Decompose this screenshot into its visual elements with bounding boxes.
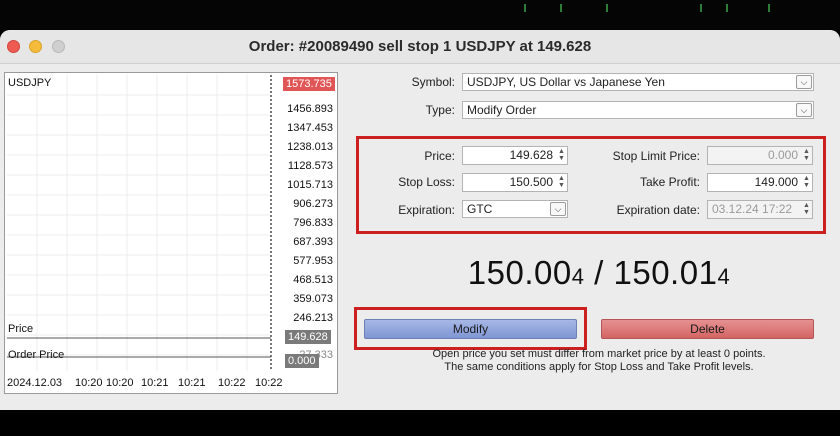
symbol-select[interactable]: USDJPY, US Dollar vs Japanese Yen ⌵ [462, 73, 814, 91]
price-axis-label: 796.833 [293, 217, 333, 229]
take-profit-value: 149.000 [754, 175, 798, 189]
chart-grid [7, 75, 272, 371]
stepper-icon[interactable]: ▲ ▼ [802, 202, 811, 217]
symbol-label: Symbol: [411, 75, 455, 89]
ask-price: 150.01 [613, 254, 718, 291]
stepper-icon[interactable]: ▲ ▼ [802, 148, 811, 163]
time-axis-label: 10:20 [75, 377, 103, 389]
title-bar: Order: #20089490 sell stop 1 USDJPY at 1… [0, 30, 840, 64]
price-value: 149.628 [509, 148, 553, 162]
info-note-line-2: The same conditions apply for Stop Loss … [444, 361, 754, 373]
price-axis-label: 1238.013 [287, 141, 333, 153]
stop-limit-price-value: 0.000 [767, 148, 798, 162]
background-tick [726, 4, 728, 12]
price-axis: 1573.735 1456.893 1347.453 1238.013 1128… [271, 73, 337, 373]
stop-loss-label: Stop Loss: [398, 175, 455, 189]
type-label: Type: [425, 103, 455, 117]
type-select[interactable]: Modify Order ⌵ [462, 101, 814, 119]
ask-price-pip: 4 [717, 264, 731, 289]
time-axis-label: 10:22 [218, 377, 246, 389]
modify-button[interactable]: Modify [364, 319, 577, 339]
chevron-down-icon: ⌵ [796, 75, 812, 89]
current-price-badge: 1573.735 [283, 77, 335, 91]
background-tick [560, 4, 562, 12]
price-axis-label: 246.213 [293, 312, 333, 324]
order-price-badge: 0.000 [285, 354, 319, 368]
stop-limit-price-label: Stop Limit Price: [612, 149, 700, 163]
price-axis-label: 577.953 [293, 255, 333, 267]
stop-loss-value: 150.500 [509, 175, 553, 189]
background-tick [606, 4, 608, 12]
take-profit-label: Take Profit: [639, 175, 700, 189]
price-axis-label: 687.393 [293, 236, 333, 248]
stop-limit-price-field[interactable]: 0.000 ▲ ▼ [707, 146, 813, 165]
stepper-icon[interactable]: ▲ ▼ [802, 175, 811, 190]
tick-chart[interactable]: USDJPY Price Order Price 1573.735 1456.8… [4, 72, 338, 394]
background-strip [0, 0, 840, 30]
stepper-icon[interactable]: ▲ ▼ [557, 175, 566, 190]
symbol-select-value: USDJPY, US Dollar vs Japanese Yen [467, 75, 665, 89]
price-axis-label: 359.073 [293, 293, 333, 305]
bid-price: 150.00 [467, 254, 572, 291]
delete-button[interactable]: Delete [601, 319, 814, 339]
expiration-label: Expiration: [398, 203, 455, 217]
time-axis-label: 10:20 [106, 377, 134, 389]
price-axis-label: 1347.453 [287, 122, 333, 134]
price-axis-label: 1128.573 [287, 160, 333, 172]
expiration-date-value: 03.12.24 17:22 [712, 202, 793, 216]
expiration-select-value: GTC [467, 202, 493, 216]
background-tick [700, 4, 702, 12]
time-axis-label: 10:21 [178, 377, 206, 389]
expiration-date-field[interactable]: 03.12.24 17:22 ▲ ▼ [707, 200, 813, 219]
order-price-line-label: Order Price [8, 349, 65, 361]
window-title: Order: #20089490 sell stop 1 USDJPY at 1… [248, 38, 592, 55]
price-axis-label: 1015.713 [287, 179, 333, 191]
type-select-value: Modify Order [467, 103, 537, 117]
order-dialog: Order: #20089490 sell stop 1 USDJPY at 1… [0, 30, 840, 410]
chevron-down-icon: ⌵ [550, 202, 566, 216]
price-field[interactable]: 149.628 ▲ ▼ [462, 146, 568, 165]
background-tick [524, 4, 526, 12]
price-line-label: Price [8, 323, 34, 335]
price-label: Price: [424, 149, 455, 163]
bid-price-pip: 4 [571, 264, 585, 289]
time-axis-label: 10:21 [141, 377, 169, 389]
take-profit-field[interactable]: 149.000 ▲ ▼ [707, 173, 813, 192]
price-axis-label: 1456.893 [287, 103, 333, 115]
time-axis-label: 2024.12.03 [7, 377, 63, 389]
info-note-line-1: Open price you set must differ from mark… [432, 348, 766, 360]
stop-loss-field[interactable]: 150.500 ▲ ▼ [462, 173, 568, 192]
stepper-icon[interactable]: ▲ ▼ [557, 148, 566, 163]
chart-symbol-label: USDJPY [8, 77, 52, 89]
price-axis-label: 906.273 [293, 198, 333, 210]
price-line-badge: 149.628 [285, 330, 331, 344]
quote-separator: / [584, 254, 614, 291]
expiration-date-label: Expiration date: [616, 203, 700, 217]
time-axis-label: 10:22 [255, 377, 283, 389]
bid-ask-quote: 150.004 / 150.014 [358, 254, 840, 292]
chevron-down-icon: ⌵ [796, 103, 812, 117]
expiration-select[interactable]: GTC ⌵ [462, 200, 568, 218]
background-tick [768, 4, 770, 12]
price-axis-label: 468.513 [293, 274, 333, 286]
